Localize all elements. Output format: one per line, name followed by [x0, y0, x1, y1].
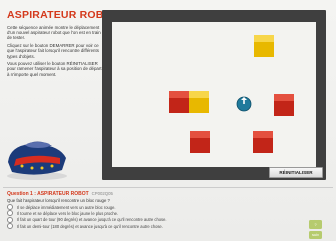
answer-option-label: Il se déplace immédiatement vers un autr…: [17, 204, 116, 210]
radio-button[interactable]: [7, 223, 13, 230]
question-title-text: Question 1 : ASPIRATEUR ROBOT: [7, 191, 89, 197]
divider: [3, 187, 333, 188]
answer-options: Il se déplace immédiatement vers un autr…: [7, 204, 167, 230]
question-title: Question 1 : ASPIRATEUR ROBOT CP002Q05: [7, 191, 113, 197]
radio-button[interactable]: [7, 216, 13, 223]
answer-option-label: Il fait un demi-tour (180 degrés) et ava…: [17, 223, 163, 229]
question-prompt: Que fait l'aspirateur lorsqu'il rencontr…: [7, 198, 110, 203]
app-window: ASPIRATEUR ROBOT Cette séquence animée m…: [0, 0, 336, 241]
answer-option[interactable]: Il fait un demi-tour (180 degrés) et ava…: [7, 223, 166, 230]
robot-vacuum-illustration: [7, 141, 67, 180]
radio-button[interactable]: [7, 204, 13, 211]
next-button[interactable]: suiv: [309, 231, 322, 239]
instructions: Cette séquence animée montre le déplacem…: [7, 25, 102, 79]
red-block: [169, 91, 189, 113]
instruction-paragraph-3: Vous pouvez utiliser le bouton RÉINITIAL…: [7, 61, 102, 77]
yellow-block: [189, 91, 209, 113]
question-code: CP002Q05: [91, 191, 113, 196]
red-block: [190, 131, 210, 153]
instruction-paragraph-1: Cette séquence animée montre le déplacem…: [7, 25, 101, 41]
answer-option[interactable]: Il fait un quart de tour (90 degrés) et …: [7, 216, 167, 223]
instruction-paragraph-2: Cliquez sur le bouton DEMARRER pour voir…: [7, 43, 99, 59]
answer-option-label: Il fait un quart de tour (90 degrés) et …: [17, 217, 167, 223]
red-block: [274, 94, 294, 116]
yellow-block: [254, 35, 274, 57]
help-button[interactable]: ?: [309, 220, 322, 229]
reset-button[interactable]: RÉINITIALISER: [269, 167, 323, 178]
red-block: [253, 131, 273, 153]
robot-vacuum-icon: [236, 96, 252, 112]
answer-option-label: Il tourne et se déplace vers le bloc jau…: [17, 210, 119, 216]
radio-button[interactable]: [7, 210, 13, 217]
